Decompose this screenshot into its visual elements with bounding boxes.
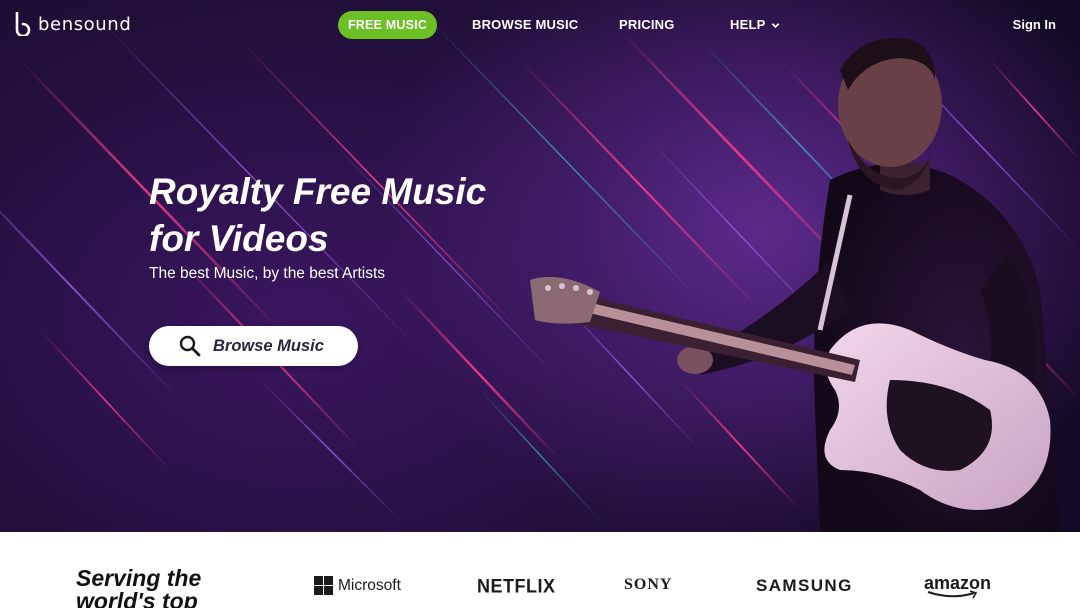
nav-pricing[interactable]: PRICING [619, 11, 675, 39]
browse-music-button[interactable]: Browse Music [149, 326, 358, 366]
clients-heading: Serving the world's top [76, 565, 202, 608]
microsoft-label: Microsoft [338, 576, 401, 594]
clients-strip: Serving the world's top Microsoft NETFLI… [0, 532, 1080, 608]
sony-logo: SONY [624, 576, 673, 593]
amazon-smile-icon [927, 590, 978, 599]
nav-help[interactable]: HELP [730, 11, 780, 39]
bensound-b-logo-icon [15, 12, 31, 36]
hero-title: Royalty Free Music for Videos [149, 168, 569, 262]
hero-banner: bensound FREE MUSIC BROWSE MUSIC PRICING… [0, 0, 1080, 532]
amazon-logo: amazon [924, 573, 991, 599]
netflix-logo: NETFLIX [477, 574, 556, 597]
microsoft-windows-icon [314, 576, 333, 595]
hero-title-line2: for Videos [149, 218, 329, 259]
nav-browse-music[interactable]: BROWSE MUSIC [472, 11, 578, 39]
guitarist-image [530, 37, 1060, 532]
site-logo[interactable]: bensound [14, 12, 131, 36]
nav-help-label: HELP [730, 17, 766, 32]
chevron-down-icon [772, 22, 780, 28]
brand-name: bensound [38, 13, 132, 35]
nav-free-music[interactable]: FREE MUSIC [338, 11, 437, 39]
microsoft-logo: Microsoft [314, 576, 401, 595]
top-navigation: bensound FREE MUSIC BROWSE MUSIC PRICING… [0, 0, 1080, 50]
browse-music-label: Browse Music [213, 336, 324, 355]
sign-in-link[interactable]: Sign In [1013, 11, 1056, 39]
search-icon [179, 335, 201, 357]
hero-subtitle: The best Music, by the best Artists [149, 265, 386, 282]
samsung-logo: SAMSUNG [756, 576, 853, 595]
hero-title-line1: Royalty Free Music [149, 171, 487, 212]
